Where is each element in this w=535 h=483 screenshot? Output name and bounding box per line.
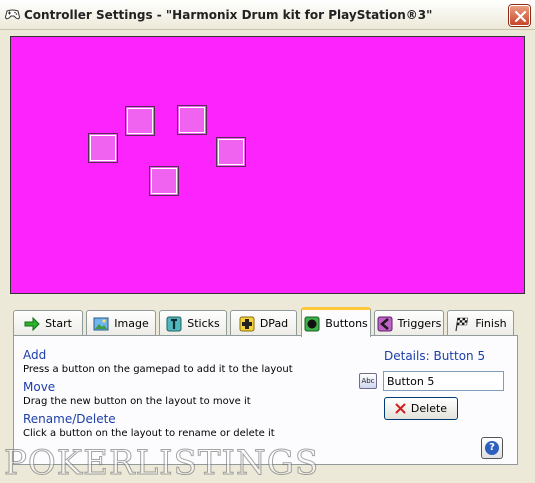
rename-delete-heading: Rename/Delete: [23, 412, 116, 426]
tab-start[interactable]: Start: [13, 310, 83, 336]
trigger-icon: [377, 316, 393, 332]
controller-layout-canvas[interactable]: [10, 36, 525, 294]
dpad-icon: [239, 316, 255, 332]
tab-label: Finish: [475, 317, 507, 330]
tab-label: Triggers: [397, 317, 442, 330]
tab-dpad[interactable]: DPad: [230, 310, 297, 336]
close-icon: [514, 10, 527, 23]
tab-label: DPad: [259, 317, 289, 330]
layout-button-4[interactable]: [216, 137, 246, 167]
abc-label-icon: Abc: [359, 373, 377, 389]
move-heading: Move: [23, 380, 56, 394]
wizard-tabs: Start Image Sticks DPad Buttons Triggers: [13, 307, 518, 337]
layout-button-3[interactable]: [88, 133, 118, 163]
rename-delete-description: Click a button on the layout to rename o…: [23, 428, 275, 439]
tab-sticks[interactable]: Sticks: [159, 310, 227, 336]
gamepad-icon: [5, 9, 20, 20]
help-icon: ?: [485, 441, 499, 455]
tab-label: Buttons: [325, 317, 368, 330]
layout-button-2[interactable]: [177, 105, 207, 135]
details-heading: Details: Button 5: [384, 349, 486, 363]
tab-label: Image: [114, 317, 149, 330]
layout-button-1[interactable]: [125, 106, 155, 136]
layout-button-5[interactable]: [149, 166, 179, 196]
tab-finish[interactable]: Finish: [447, 310, 514, 336]
add-description: Press a button on the gamepad to add it …: [23, 364, 293, 375]
arrow-right-icon: [24, 316, 40, 332]
help-button[interactable]: ?: [481, 437, 503, 459]
stick-icon: [166, 316, 182, 332]
checkered-flag-icon: [454, 316, 470, 332]
buttons-icon: [304, 316, 320, 332]
tab-triggers[interactable]: Triggers: [374, 310, 444, 336]
tab-label: Start: [45, 317, 72, 330]
delete-icon: [395, 403, 406, 414]
window-title: Controller Settings - "Harmonix Drum kit…: [24, 8, 433, 22]
move-description: Drag the new button on the layout to mov…: [23, 396, 251, 407]
title-bar: Controller Settings - "Harmonix Drum kit…: [0, 0, 535, 30]
image-icon: [93, 316, 109, 332]
close-button[interactable]: [509, 5, 530, 26]
button-name-input[interactable]: [383, 371, 504, 391]
add-heading: Add: [23, 348, 47, 362]
tab-label: Sticks: [187, 317, 220, 330]
tab-buttons[interactable]: Buttons: [301, 307, 371, 337]
watermark-logo: POKERLISTINGS: [3, 443, 320, 483]
delete-button[interactable]: Delete: [384, 397, 458, 420]
tab-image[interactable]: Image: [86, 310, 156, 336]
delete-label: Delete: [410, 402, 448, 415]
